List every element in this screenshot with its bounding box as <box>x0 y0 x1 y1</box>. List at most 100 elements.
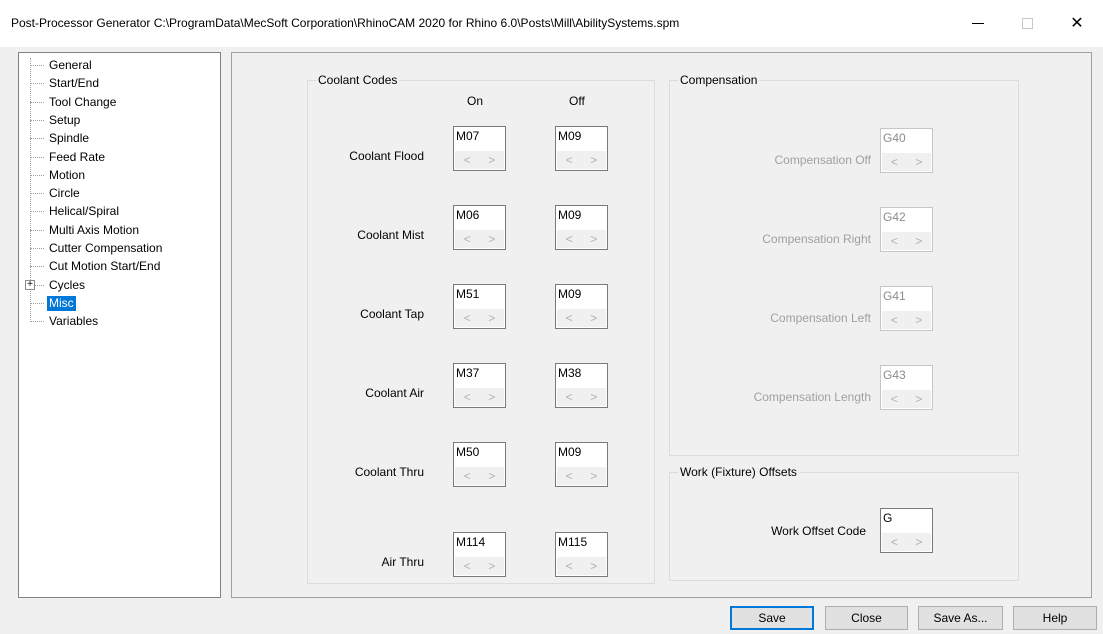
coolant-on-spinner[interactable]: M06 < > <box>453 205 506 250</box>
tree-connector <box>30 83 44 85</box>
spin-left-arrow: < <box>890 392 898 406</box>
spin-right-arrow[interactable]: > <box>590 232 597 246</box>
coolant-on-spinner[interactable]: M114 < > <box>453 532 506 577</box>
spin-left-arrow[interactable]: < <box>464 390 471 404</box>
minimize-button[interactable] <box>963 10 993 36</box>
tree-connector <box>30 65 44 66</box>
maximize-button[interactable] <box>1012 10 1042 36</box>
tree-item-helical-spiral[interactable]: Helical/Spiral <box>19 203 220 221</box>
compensation-row-label: Compensation Off <box>774 153 872 167</box>
tree-item-spindle[interactable]: Spindle <box>19 130 220 148</box>
coolant-on-spinner[interactable]: M51 < > <box>453 284 506 329</box>
tree-item-label: Multi Axis Motion <box>49 222 140 237</box>
coolant-row-label: Coolant Flood <box>349 149 424 163</box>
tree-item-label: Misc <box>47 295 76 311</box>
spin-right-arrow[interactable]: > <box>488 232 495 246</box>
compensation-spinner-value: G41 <box>883 289 906 303</box>
tree-item-label: Cycles <box>49 277 86 292</box>
compensation-spinner-value: G40 <box>883 131 906 145</box>
coolant-off-spinner[interactable]: M09 < > <box>555 284 608 329</box>
coolant-off-spinner[interactable]: M38 < > <box>555 363 608 408</box>
spin-right-arrow[interactable]: > <box>590 311 597 325</box>
spin-right-arrow[interactable]: > <box>915 535 922 549</box>
title-bar: Post-Processor Generator C:\ProgramData\… <box>0 0 1103 47</box>
coolant-off-spinner[interactable]: M115 < > <box>555 532 608 577</box>
tree-item-misc[interactable]: Misc <box>19 295 220 313</box>
compensation-row-label: Compensation Length <box>753 390 871 404</box>
spin-left-arrow[interactable]: < <box>566 469 573 483</box>
tree-item-circle[interactable]: Circle <box>19 185 220 203</box>
coolant-on-spinner-value: M07 <box>456 129 480 143</box>
tree-item-label: Variables <box>49 314 99 329</box>
spin-right-arrow[interactable]: > <box>488 390 495 404</box>
expand-icon[interactable]: + <box>25 279 35 290</box>
settings-tree[interactable]: General Start/End Tool Change Setup Spindle F… <box>18 52 221 598</box>
tree-item-start-end[interactable]: Start/End <box>19 75 220 93</box>
spin-left-arrow[interactable]: < <box>464 469 471 483</box>
spin-right-arrow[interactable]: > <box>488 559 495 573</box>
tree-item-multi-axis-motion[interactable]: Multi Axis Motion <box>19 222 220 240</box>
spin-right-arrow[interactable]: > <box>590 559 597 573</box>
spin-right-arrow[interactable]: > <box>488 469 495 483</box>
spin-right-arrow[interactable]: > <box>488 153 495 167</box>
spin-left-arrow[interactable]: < <box>566 311 573 325</box>
coolant-off-spinner-value: M115 <box>558 535 588 549</box>
compensation-row-label: Compensation Right <box>762 232 871 246</box>
coolant-on-spinner[interactable]: M50 < > <box>453 442 506 487</box>
close-button[interactable]: ✕ <box>1062 10 1092 36</box>
spin-right-arrow: > <box>915 155 923 169</box>
spin-left-arrow[interactable]: < <box>464 559 471 573</box>
spin-right-arrow[interactable]: > <box>488 311 495 325</box>
spin-right-arrow[interactable]: > <box>590 153 597 167</box>
save-as-button[interactable]: Save As... <box>918 606 1003 630</box>
compensation-group: Compensation Compensation Off G40 < > Compen… <box>669 73 1019 456</box>
help-button[interactable]: Help <box>1013 606 1097 630</box>
tree-item-variables[interactable]: Variables <box>19 313 220 331</box>
compensation-row-label: Compensation Left <box>770 311 871 325</box>
work-offset-code-spinner[interactable]: G < > <box>880 508 933 553</box>
spin-left-arrow[interactable]: < <box>464 153 471 167</box>
spin-right-arrow[interactable]: > <box>590 390 597 404</box>
spin-left-arrow[interactable]: < <box>891 535 898 549</box>
tree-item-motion[interactable]: Motion <box>19 167 220 185</box>
compensation-spinner-value: G43 <box>883 368 906 382</box>
coolant-codes-group: Coolant Codes On Off Coolant Flood M07 < > M… <box>307 73 655 584</box>
coolant-on-spinner-value: M50 <box>456 445 480 459</box>
tree-connector <box>30 248 44 249</box>
spin-left-arrow[interactable]: < <box>464 232 471 246</box>
coolant-off-spinner[interactable]: M09 < > <box>555 442 608 487</box>
close-dialog-button[interactable]: Close <box>825 606 908 630</box>
coolant-off-spinner[interactable]: M09 < > <box>555 126 608 171</box>
tree-item-cut-motion-start-end[interactable]: Cut Motion Start/End <box>19 258 220 276</box>
coolant-on-spinner[interactable]: M07 < > <box>453 126 506 171</box>
spin-right-arrow: > <box>915 313 923 327</box>
work-offsets-group: Work (Fixture) Offsets Work Offset Code … <box>669 465 1019 581</box>
spin-left-arrow[interactable]: < <box>566 232 573 246</box>
spin-left-arrow[interactable]: < <box>464 311 471 325</box>
coolant-off-spinner[interactable]: M09 < > <box>555 205 608 250</box>
work-offset-code-value: G <box>883 511 893 525</box>
tree-item-feed-rate[interactable]: Feed Rate <box>19 149 220 167</box>
spin-right-arrow[interactable]: > <box>590 469 597 483</box>
spin-left-arrow[interactable]: < <box>566 559 573 573</box>
spin-left-arrow: < <box>890 155 898 169</box>
tree-item-cutter-compensation[interactable]: Cutter Compensation <box>19 240 220 258</box>
coolant-off-spinner-value: M38 <box>558 366 582 380</box>
tree-item-general[interactable]: General <box>19 57 220 75</box>
spin-left-arrow: < <box>890 234 898 248</box>
tree-connector <box>30 174 44 176</box>
spin-left-arrow[interactable]: < <box>566 153 573 167</box>
coolant-codes-title: Coolant Codes <box>316 73 400 87</box>
tree-item-tool-change[interactable]: Tool Change <box>19 94 220 112</box>
coolant-row-label: Coolant Air <box>365 386 424 400</box>
tree-connector <box>30 138 44 140</box>
tree-item-label: Spindle <box>49 131 90 146</box>
coolant-off-header: Off <box>569 94 585 108</box>
save-button[interactable]: Save <box>730 606 814 630</box>
tree-item-setup[interactable]: Setup <box>19 112 220 130</box>
spin-left-arrow[interactable]: < <box>566 390 573 404</box>
coolant-row-label: Air Thru <box>381 555 424 569</box>
coolant-on-spinner[interactable]: M37 < > <box>453 363 506 408</box>
tree-item-label: Cut Motion Start/End <box>49 259 161 274</box>
tree-item-cycles[interactable]: + Cycles <box>19 277 220 295</box>
